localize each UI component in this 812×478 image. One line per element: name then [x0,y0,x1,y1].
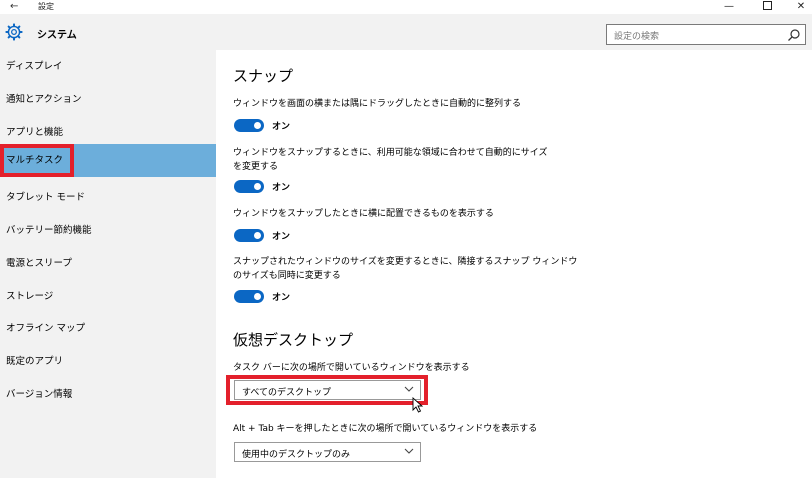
sidebar-item-about[interactable]: バージョン情報 [0,378,216,411]
back-arrow-icon[interactable]: ← [10,0,18,14]
snap-setting-4-state: オン [272,293,291,303]
alttab-windows-value: 使用中のデスクトップのみ [242,450,351,460]
highlight-box-multitasking [0,144,74,177]
snap-setting-4-label-line1: スナップされたウィンドウのサイズを変更するときに、隣接するスナップ ウィンドウ [233,257,578,267]
sidebar-item-storage[interactable]: ストレージ [0,280,216,313]
sidebar: ディスプレイ 通知とアクション アプリと機能 マルチタスク タブレット モード … [0,50,216,478]
snap-setting-3-toggle[interactable] [234,229,264,242]
mouse-cursor-icon [412,397,424,413]
sidebar-item-offline-maps[interactable]: オフライン マップ [0,312,216,345]
highlight-box-taskbar-dropdown [226,375,428,405]
sidebar-item-tablet-mode[interactable]: タブレット モード [0,181,216,214]
sidebar-item-default-apps[interactable]: 既定のアプリ [0,345,216,378]
toggle-knob [254,293,261,300]
snap-setting-2-state: オン [272,183,291,193]
sidebar-item-notifications[interactable]: 通知とアクション [0,83,216,116]
snap-setting-4-toggle[interactable] [234,290,264,303]
window-title: 設定 [38,2,54,11]
virtual-desktops-heading: 仮想デスクトップ [233,331,354,349]
toggle-knob [254,232,261,239]
toggle-knob [254,122,261,129]
snap-setting-1-label: ウィンドウを画面の横または隅にドラッグしたときに自動的に整列する [233,99,522,109]
search-icon[interactable] [787,28,801,42]
snap-setting-2-toggle[interactable] [234,180,264,193]
minimize-button[interactable]: — [714,0,744,14]
snap-setting-1-state: オン [272,122,291,132]
snap-setting-4-label-line2: のサイズも同時に変更する [233,271,341,281]
snap-setting-3-label: ウィンドウをスナップしたときに横に配置できるものを表示する [233,209,494,219]
sidebar-item-battery-saver[interactable]: バッテリー節約機能 [0,214,216,247]
snap-setting-1-toggle[interactable] [234,119,264,132]
snap-heading: スナップ [233,67,294,85]
snap-setting-3-state: オン [272,232,291,242]
snap-setting-2-label-line2: を変更する [233,162,279,172]
maximize-icon [762,0,772,10]
page-title: システム [37,30,77,41]
close-button[interactable]: ✕ [786,0,812,14]
sidebar-item-power-sleep[interactable]: 電源とスリープ [0,247,216,280]
taskbar-windows-label: タスク バーに次の場所で開いているウィンドウを表示する [233,363,470,373]
alttab-windows-dropdown[interactable]: 使用中のデスクトップのみ [234,442,421,462]
gear-icon [5,23,23,41]
chevron-down-icon [404,448,414,454]
search-input[interactable]: 設定の検索 [606,24,806,45]
maximize-button[interactable] [752,0,782,14]
snap-setting-2-label-line1: ウィンドウをスナップするときに、利用可能な領域に合わせて自動的にサイズ [233,148,548,158]
sidebar-item-display[interactable]: ディスプレイ [0,50,216,83]
alttab-windows-label: Alt + Tab キーを押したときに次の場所で開いているウィンドウを表示する [233,424,538,434]
search-placeholder: 設定の検索 [614,32,660,42]
main-content: スナップ ウィンドウを画面の横または隅にドラッグしたときに自動的に整列する オン… [216,50,812,478]
header: システム 設定の検索 [0,14,812,50]
toggle-knob [254,183,261,190]
title-bar: ← 設定 — ✕ [0,0,812,14]
